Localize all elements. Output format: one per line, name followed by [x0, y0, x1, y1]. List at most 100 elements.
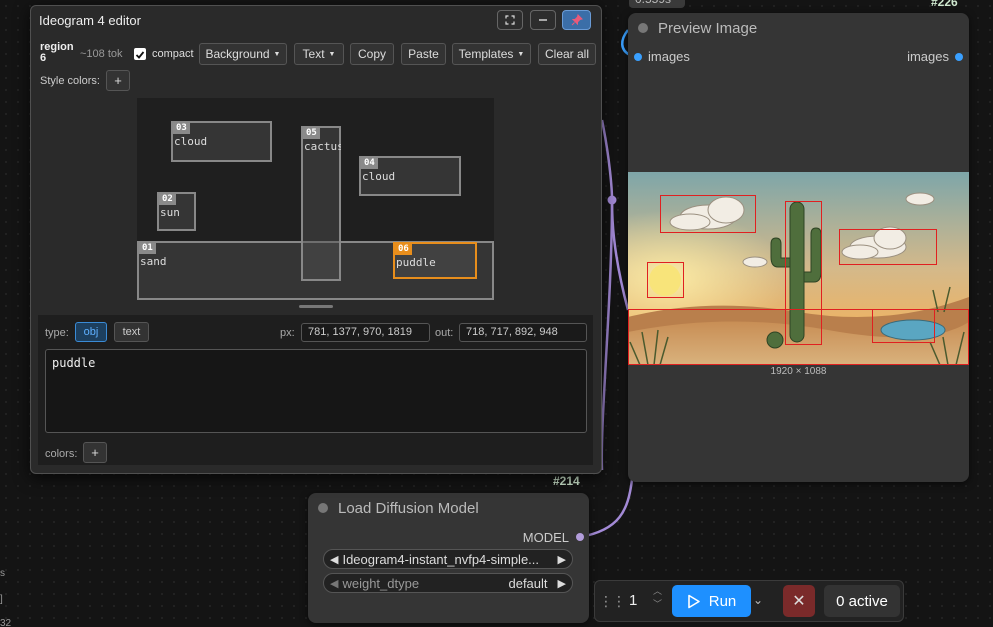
pin-icon	[571, 14, 583, 26]
output-label: MODEL	[522, 530, 569, 545]
output-port-icon[interactable]	[955, 53, 963, 61]
region-number: 02	[159, 194, 176, 205]
region-detail-panel: type: obj text px: 781, 1377, 970, 1819 …	[38, 315, 593, 465]
minimize-icon	[539, 19, 547, 21]
text-dropdown[interactable]: Text ▼	[294, 43, 344, 65]
region-box[interactable]: 04 cloud	[359, 156, 461, 196]
offscreen-fragment: 32	[0, 618, 12, 627]
px-coords-input[interactable]: 781, 1377, 970, 1819	[301, 323, 430, 342]
unet-name-combo[interactable]: ◀ Ideogram4-instant_nvfp4-simple... ▶	[323, 549, 573, 569]
preview-image	[628, 172, 969, 366]
type-obj-button[interactable]: obj	[75, 322, 107, 342]
region-label: cloud	[174, 135, 208, 148]
play-icon	[687, 594, 700, 608]
batch-count[interactable]: 1	[629, 592, 637, 609]
region-index: 6	[40, 52, 47, 64]
caret-down-icon: ▼	[517, 50, 525, 58]
add-style-color-button[interactable]: +	[106, 70, 130, 91]
region-label: cactus	[304, 140, 341, 153]
copy-button[interactable]: Copy	[350, 43, 394, 65]
add-region-color-button[interactable]: +	[83, 442, 107, 463]
preview-image-node[interactable]: Preview Image images images 1920 × 1088	[628, 13, 969, 482]
type-label: type:	[45, 327, 69, 339]
execution-timer: 0.559s	[629, 0, 685, 8]
compact-checkbox[interactable]	[134, 48, 146, 60]
region-number: 03	[173, 123, 190, 134]
region-indicator: region 6	[40, 42, 74, 64]
drag-handle-icon[interactable]: ⋮⋮	[599, 593, 626, 610]
image-dimensions: 1920 × 1088	[770, 366, 827, 377]
node-header[interactable]: Preview Image	[628, 13, 969, 43]
region-canvas[interactable]: 01 sand 02 sun 03 cloud 04 cloud 05 cact…	[137, 98, 494, 300]
region-box[interactable]: 03 cloud	[171, 121, 272, 162]
node-title: Preview Image	[658, 19, 758, 37]
offscreen-fragment: s	[0, 568, 5, 579]
arrow-right-icon[interactable]: ▶	[558, 577, 566, 590]
resize-handle[interactable]	[299, 305, 333, 308]
region-label: sand	[140, 255, 167, 268]
templates-label: Templates	[458, 47, 514, 61]
model-value: Ideogram4-instant_nvfp4-simple...	[342, 551, 540, 567]
input-label: images	[648, 49, 690, 64]
model-output-port-icon[interactable]	[576, 533, 584, 541]
collapse-dot-icon[interactable]	[318, 503, 328, 513]
desert-scene-image	[628, 172, 969, 366]
background-dropdown[interactable]: Background ▼	[199, 43, 287, 65]
arrow-right-icon[interactable]: ▶	[558, 553, 566, 566]
expand-icon	[505, 15, 515, 25]
queue-active-button[interactable]: 0 active	[824, 585, 900, 617]
compact-label: compact	[152, 48, 194, 60]
region-number: 06	[395, 244, 412, 255]
clear-all-button[interactable]: Clear all	[538, 43, 596, 65]
checkmark-icon	[135, 51, 145, 59]
close-icon: ✕	[792, 593, 806, 610]
colors-label: colors:	[45, 448, 78, 460]
node-header[interactable]: Load Diffusion Model	[308, 493, 589, 523]
region-label: cloud	[362, 170, 396, 183]
run-button[interactable]: Run	[672, 585, 751, 617]
panel-title: Ideogram 4 editor	[39, 13, 141, 28]
caret-down-icon: ▼	[273, 50, 281, 58]
run-label: Run	[708, 592, 737, 610]
pin-button[interactable]	[562, 10, 591, 30]
collapse-dot-icon[interactable]	[638, 23, 648, 33]
node-id: #214	[553, 474, 580, 488]
minimize-button[interactable]	[530, 10, 556, 30]
offscreen-fragment: ]	[0, 594, 3, 605]
out-label: out:	[435, 327, 454, 339]
node-id: #226	[931, 0, 958, 9]
dtype-label: weight_dtype	[342, 575, 420, 591]
style-colors-label: Style colors:	[40, 75, 100, 87]
run-options-chevron-icon[interactable]: ⌄	[753, 593, 763, 607]
run-toolbar: ⋮⋮ 1 ︿ ﹀ Run ⌄ ✕ 0 active	[594, 580, 904, 622]
region-number: 05	[303, 128, 320, 139]
dtype-value: default	[508, 575, 548, 591]
region-box[interactable]: 02 sun	[157, 192, 196, 231]
region-box[interactable]: 05 cactus	[301, 126, 341, 281]
out-coords-input[interactable]: 718, 717, 892, 948	[459, 323, 587, 342]
node-title: Load Diffusion Model	[338, 499, 479, 517]
paste-button[interactable]: Paste	[401, 43, 446, 65]
region-label: sun	[160, 206, 180, 219]
token-count: ~108 tok	[80, 48, 123, 60]
region-box-selected[interactable]: 06 puddle	[393, 242, 477, 279]
region-number: 01	[139, 243, 156, 254]
caret-down-icon: ▼	[328, 50, 336, 58]
load-diffusion-model-node[interactable]: Load Diffusion Model MODEL ◀ Ideogram4-i…	[308, 493, 589, 623]
templates-dropdown[interactable]: Templates ▼	[452, 43, 531, 65]
region-label: puddle	[396, 256, 436, 269]
px-label: px:	[280, 327, 295, 339]
arrow-left-icon[interactable]: ◀	[330, 553, 338, 566]
ideogram-editor-panel: Ideogram 4 editor region 6 ~108 tok comp…	[30, 5, 602, 474]
cancel-run-button[interactable]: ✕	[783, 585, 815, 617]
weight-dtype-combo[interactable]: ◀ weight_dtype default ▶	[323, 573, 573, 593]
text-label: Text	[302, 47, 325, 61]
region-prompt-textarea[interactable]: puddle	[45, 349, 587, 433]
input-port-icon[interactable]	[634, 53, 642, 61]
count-stepper-icon[interactable]: ︿ ﹀	[653, 585, 662, 611]
arrow-left-icon[interactable]: ◀	[330, 577, 338, 590]
fullscreen-button[interactable]	[497, 10, 523, 30]
type-text-button[interactable]: text	[114, 322, 149, 342]
output-label: images	[907, 49, 949, 64]
region-number: 04	[361, 158, 378, 169]
